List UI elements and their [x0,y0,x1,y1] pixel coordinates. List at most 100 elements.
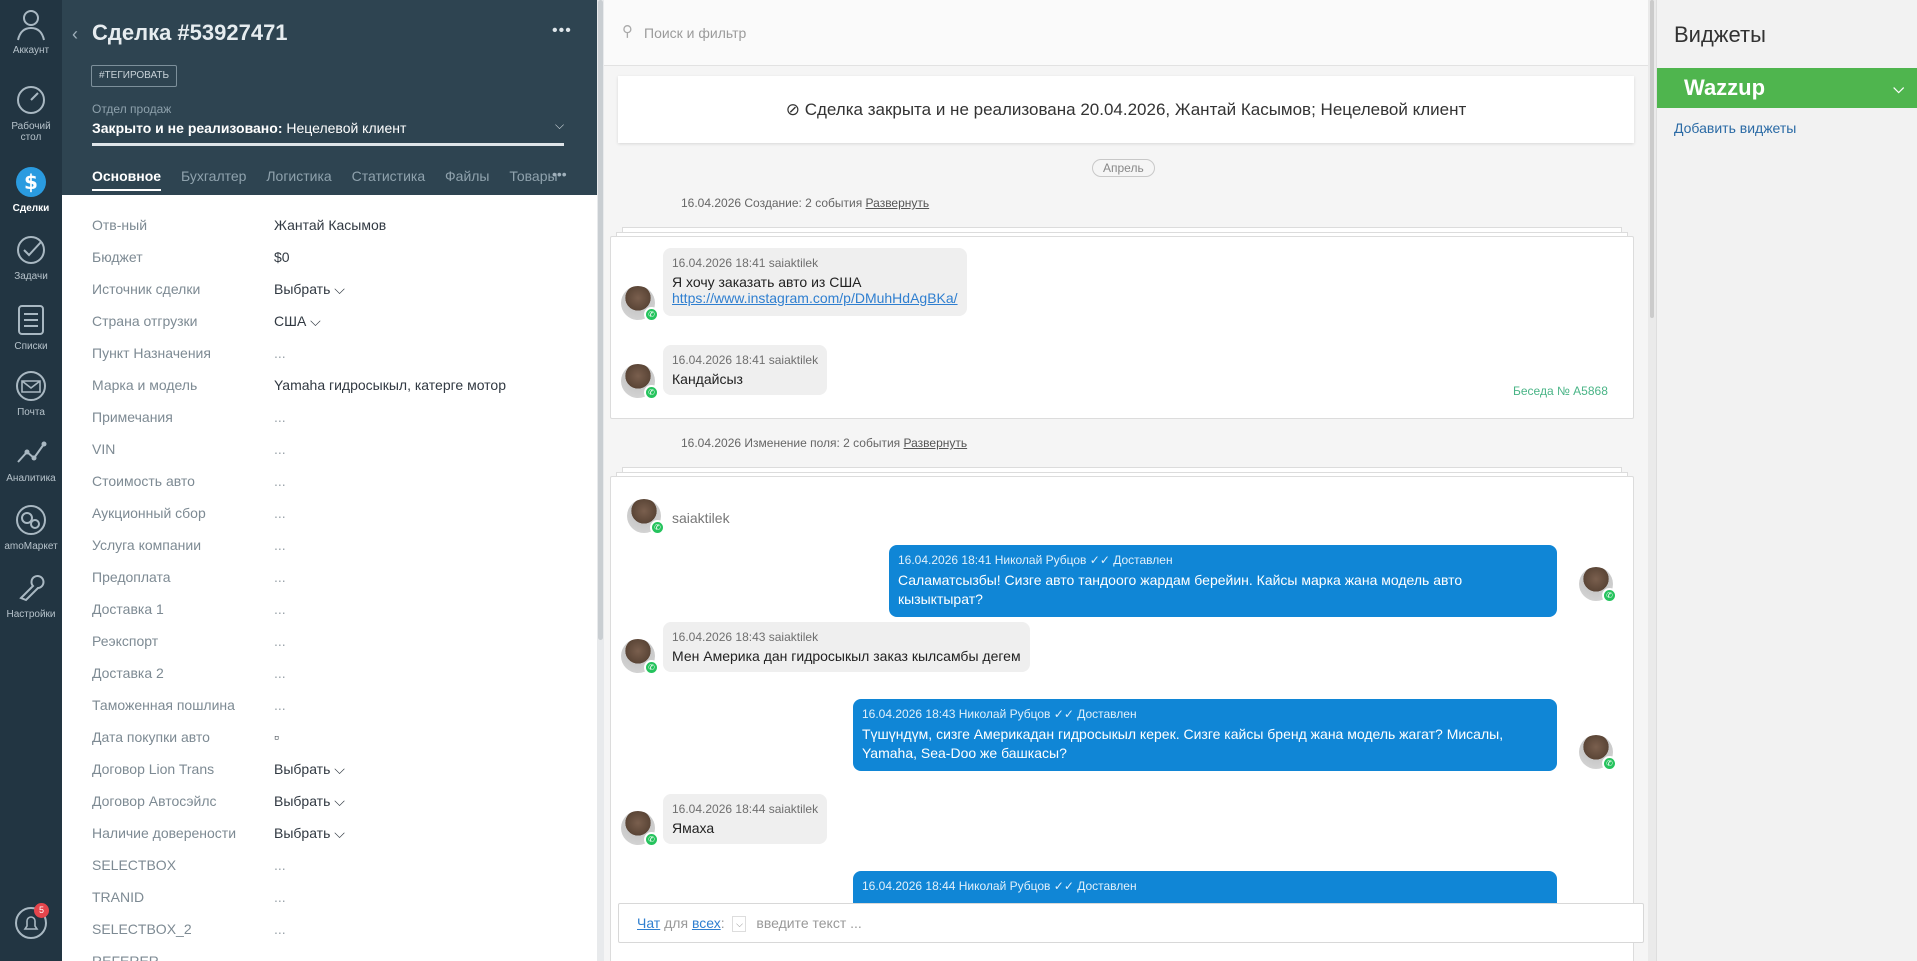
deal-title[interactable]: Сделка #53927471 [92,20,288,46]
field-row: Аукционный сбор... [92,505,592,525]
field-row: Пункт Назначения... [92,345,592,365]
tab-main[interactable]: Основное [92,168,162,191]
tab-accounting[interactable]: Бухгалтер [181,168,246,184]
chevron-down-icon[interactable]: ⌵ [732,916,747,933]
whatsapp-icon: ✆ [650,520,665,535]
search-icon: ⚲ [622,23,633,40]
incoming-message: 16.04.2026 18:41 saiaktilek Я хочу заказ… [663,248,967,316]
field-row: Бюджет $0 [92,249,592,269]
compose-for: для [664,915,689,931]
add-widgets-link[interactable]: Добавить виджеты [1674,120,1796,136]
field-value[interactable]: ... [274,441,286,457]
deals-icon: $ [16,167,46,197]
tab-products[interactable]: Товары [509,168,557,184]
pipeline-progress [92,143,564,146]
expand-link[interactable]: Развернуть [866,196,930,210]
search-bar[interactable]: ⚲ Поиск и фильтр [604,0,1648,66]
scrollbar-thumb[interactable] [598,0,603,640]
field-value[interactable]: ... [274,921,286,937]
field-value[interactable]: Yamaha гидросыкыл, катерге мотор [274,377,506,393]
message-meta: 16.04.2026 18:41 saiaktilek [672,353,819,367]
nav-notifications[interactable]: 5 [0,903,62,944]
field-value[interactable]: США ⌵ [274,313,321,330]
field-value[interactable]: ... [274,569,286,585]
deal-status[interactable]: Закрыто и не реализовано: Нецелевой клие… [92,120,406,136]
tag-button[interactable]: #ТЕГИРОВАТЬ [91,65,178,87]
field-value[interactable]: ... [274,857,286,873]
conversation-label[interactable]: Беседа № A5868 [1513,384,1608,398]
contact-name[interactable]: saiaktilek [672,510,730,526]
tab-statistics[interactable]: Статистика [352,168,426,184]
message-text: Ямаха [672,820,715,836]
nav-market[interactable]: amoМаркет [0,502,62,552]
event-group-field-change: 16.04.2026 Изменение поля: 2 события Раз… [681,436,967,450]
tabs-more-icon[interactable]: ••• [552,166,567,182]
field-value[interactable]: ... [274,697,286,713]
field-value[interactable]: ... [274,601,286,617]
nav-analytics[interactable]: Аналитика [0,434,62,484]
message-text: Саламатсызбы! Сизге авто тандоого жардам… [898,572,1463,607]
fields-scrollbar[interactable] [597,0,604,961]
chevron-down-icon[interactable]: ⌵ [555,118,564,133]
field-value[interactable]: ... [274,633,286,649]
field-value[interactable]: Выбрать ⌵ [274,793,345,810]
back-icon[interactable]: ‹ [72,24,78,45]
nav-dashboard[interactable]: Рабочий стол [0,82,62,143]
field-row: Примечания... [92,409,592,429]
message-text: Кандайсыз [672,371,743,387]
field-value[interactable]: Жантай Касымов [274,217,386,233]
field-row: Наличие доверености Выбрать ⌵ [92,825,592,845]
compose-bar[interactable]: Чат для всех: ⌵ введите текст ... [618,903,1644,943]
message-link[interactable]: https://www.instagram.com/p/DMuhHdAgBKa/ [672,290,958,306]
group-text: 16.04.2026 Изменение поля: 2 события [681,436,901,450]
field-row: Страна отгрузки США ⌵ [92,313,592,333]
expand-link[interactable]: Развернуть [904,436,968,450]
field-value[interactable]: $0 [274,249,290,265]
feed-scrollbar[interactable] [1648,0,1656,961]
chat-card-2: ✆ saiaktilek 16.04.2026 18:41 Николай Ру… [610,476,1634,961]
wazzup-widget[interactable]: Wazzup ⌵ [1657,68,1917,108]
field-value[interactable]: ... [274,537,286,553]
field-value[interactable]: Выбрать ⌵ [274,761,345,778]
field-label: Страна отгрузки [92,313,198,329]
field-value[interactable]: ... [274,665,286,681]
nav-settings[interactable]: Настройки [0,570,62,620]
chevron-down-icon[interactable]: ⌵ [1893,68,1904,108]
tab-files[interactable]: Файлы [445,168,489,184]
field-value[interactable]: ... [274,473,286,489]
more-options-icon[interactable]: ••• [552,22,572,40]
group-text: 16.04.2026 Создание: 2 события [681,196,863,210]
field-value[interactable]: ... [274,345,286,361]
chat-type-link[interactable]: Чат [637,915,660,931]
field-row: Договор Lion Trans Выбрать ⌵ [92,761,592,781]
field-value[interactable]: ... [274,409,286,425]
field-label: VIN [92,441,116,457]
field-label: Отв-ный [92,217,148,233]
scrollbar-thumb[interactable] [1650,0,1654,318]
nav-lists[interactable]: Списки [0,302,62,352]
nav-tasks[interactable]: Задачи [0,232,62,282]
month-divider: Апрель [1092,159,1155,177]
message-input[interactable]: введите текст ... [756,915,861,931]
whatsapp-icon: ✆ [644,307,659,322]
field-value[interactable]: ... [274,505,286,521]
recipients-link[interactable]: всех [692,915,721,931]
incoming-message: 16.04.2026 18:44 saiaktilek Ямаха [663,794,828,844]
nav-deals[interactable]: $ Сделки [0,164,62,214]
field-row: REFERER [92,953,592,961]
field-label: Марка и модель [92,377,198,393]
whatsapp-icon: ✆ [644,385,659,400]
field-value[interactable]: ... [274,889,286,905]
nav-account[interactable]: Аккаунт [0,6,62,56]
nav-mail[interactable]: Почта [0,368,62,418]
field-value[interactable]: Выбрать ⌵ [274,281,345,298]
field-label: Предоплата [92,569,171,585]
field-label: Наличие доверености [92,825,237,841]
settings-icon [19,575,45,602]
closed-icon: ⊘ [785,100,800,119]
field-value[interactable]: ▫ [274,729,279,745]
search-input[interactable]: Поиск и фильтр [644,25,746,41]
field-row: Отв-ный Жантай Касымов [92,217,592,237]
field-value[interactable]: Выбрать ⌵ [274,825,345,842]
tab-logistics[interactable]: Логистика [266,168,331,184]
